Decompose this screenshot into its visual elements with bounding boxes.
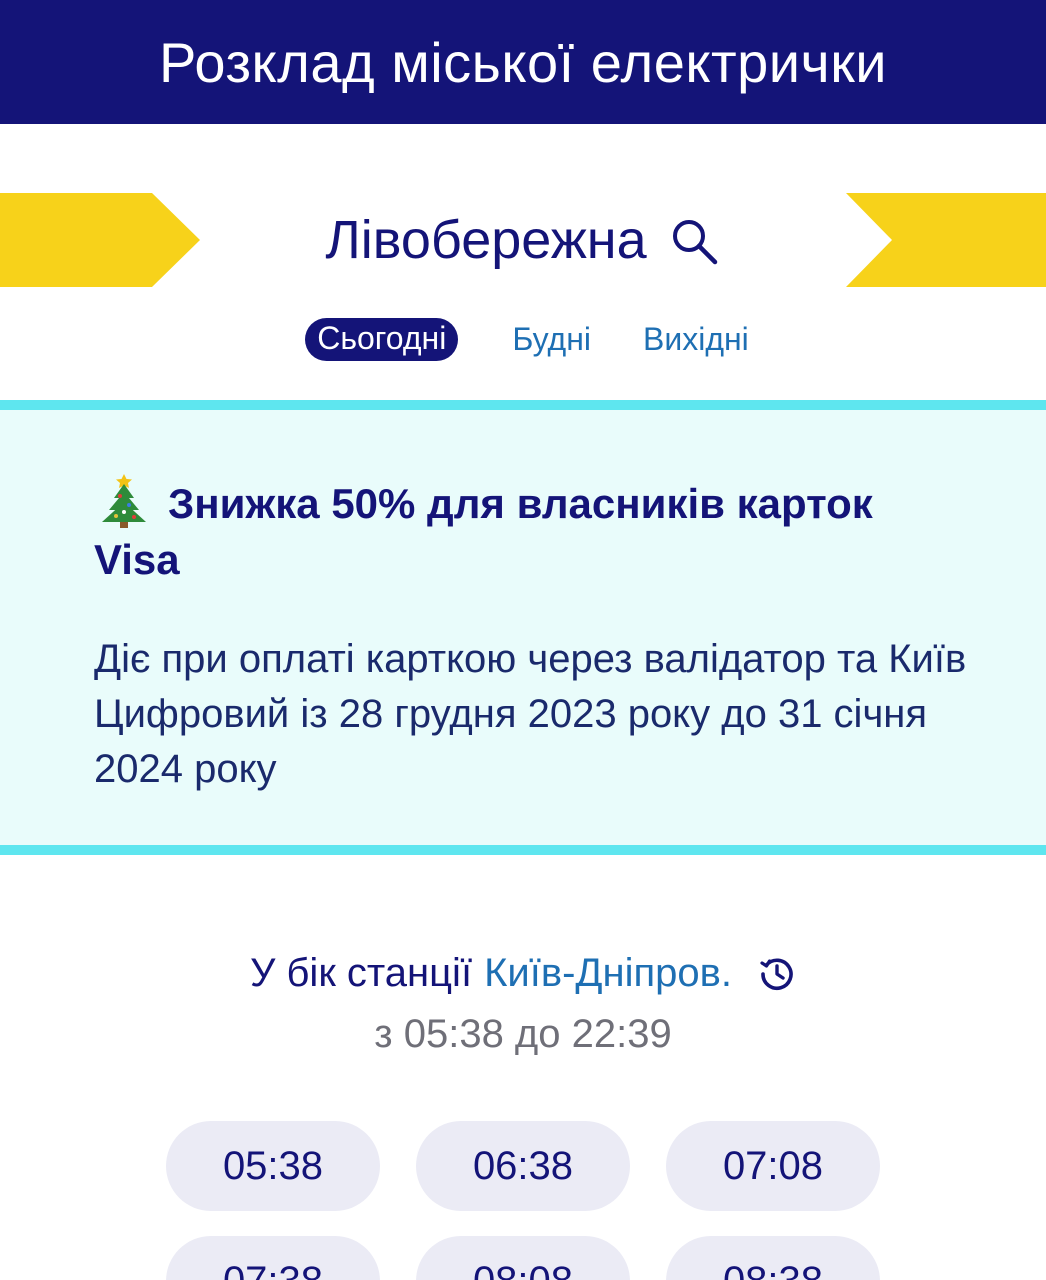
search-icon[interactable] bbox=[669, 216, 721, 268]
time-slot[interactable]: 07:38 bbox=[166, 1236, 380, 1280]
schedule-tabs: Сьогодні Будні Вихідні bbox=[0, 316, 1046, 362]
promo-title-text: Знижка 50% для власників карток Visa bbox=[94, 480, 873, 583]
promo-banner: Знижка 50% для власників карток Visa Діє… bbox=[0, 400, 1046, 855]
tab-today[interactable]: Сьогодні bbox=[305, 317, 459, 361]
time-slot[interactable]: 08:08 bbox=[416, 1236, 630, 1280]
history-icon[interactable] bbox=[758, 955, 796, 993]
station-name[interactable]: Лівобережна bbox=[325, 209, 646, 271]
time-slot[interactable]: 05:38 bbox=[166, 1121, 380, 1211]
time-slot[interactable]: 08:38 bbox=[666, 1236, 880, 1280]
promo-title: Знижка 50% для власників карток Visa bbox=[94, 472, 954, 588]
tab-weekdays[interactable]: Будні bbox=[512, 321, 591, 358]
time-slot[interactable]: 06:38 bbox=[416, 1121, 630, 1211]
christmas-tree-icon bbox=[102, 474, 146, 528]
station-selector[interactable]: Лівобережна bbox=[0, 193, 1046, 287]
page-title: Розклад міської електрички bbox=[158, 30, 888, 94]
direction-station-link[interactable]: Київ-Дніпров. bbox=[484, 951, 732, 996]
departure-times: 05:38 06:38 07:08 07:38 08:08 08:38 bbox=[166, 1121, 880, 1280]
schedule-range: з 05:38 до 22:39 bbox=[374, 1012, 672, 1056]
direction-prefix: У бік станції bbox=[250, 951, 473, 995]
time-slot[interactable]: 07:08 bbox=[666, 1121, 880, 1211]
app-header: Розклад міської електрички bbox=[0, 0, 1046, 124]
station-banner: Лівобережна bbox=[0, 193, 1046, 287]
tab-weekends[interactable]: Вихідні bbox=[643, 321, 749, 358]
promo-description: Діє при оплаті карткою через валідатор т… bbox=[94, 637, 967, 791]
direction-line: У бік станції Київ-Дніпров. bbox=[0, 951, 1046, 996]
